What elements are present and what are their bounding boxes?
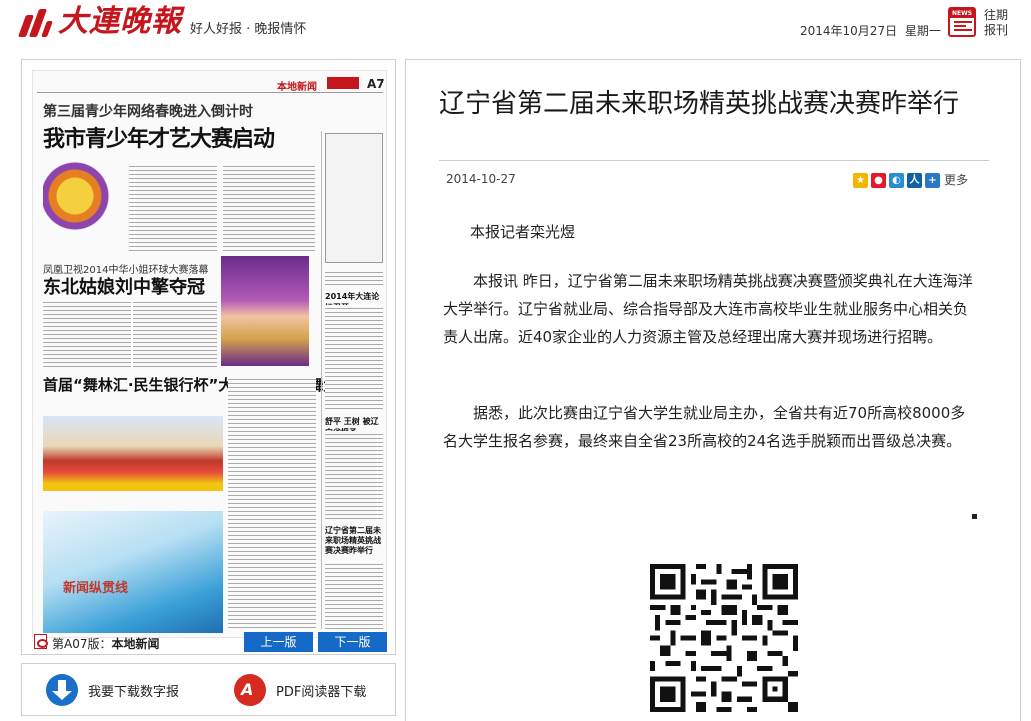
bullet-marker bbox=[972, 514, 977, 519]
weibo-icon[interactable]: ● bbox=[871, 173, 886, 188]
text-column bbox=[325, 431, 383, 521]
pageant-photo bbox=[221, 256, 309, 366]
page-label: 第A07版：本地新闻 bbox=[52, 635, 160, 652]
past-issues-link[interactable]: 往期报刊 bbox=[984, 8, 1014, 38]
text-column bbox=[325, 305, 383, 410]
qzone-icon[interactable]: ★ bbox=[853, 173, 868, 188]
page-masthead: 本地新闻 A7 bbox=[37, 75, 385, 93]
next-page-button[interactable]: 下一版 bbox=[318, 632, 387, 652]
pdf-icon: A bbox=[234, 674, 266, 706]
newspaper-page-image[interactable]: 本地新闻 A7 第三届青少年网络春晚进入倒计时 我市青少年才艺大赛启动 凤凰卫视… bbox=[32, 70, 387, 638]
tencent-icon[interactable]: ◐ bbox=[889, 173, 904, 188]
page-prefix: 第A07版： bbox=[52, 637, 112, 651]
promo-image bbox=[43, 161, 123, 231]
article-panel: 辽宁省第二届未来职场精英挑战赛决赛昨举行 2014-10-27 ★ ● ◐ 人 … bbox=[405, 59, 1021, 721]
logo-text: 大連晚報 bbox=[58, 4, 182, 39]
article-title: 辽宁省第二届未来职场精英挑战赛决赛昨举行 bbox=[439, 89, 960, 119]
issue-date: 2014年10月27日 星期一 bbox=[800, 22, 945, 39]
issue-date-text: 2014年10月27日 bbox=[800, 24, 898, 38]
download-bar: 我要下载数字报 A PDF阅读器下载 bbox=[21, 663, 396, 716]
headline-2[interactable]: 东北姑娘刘中擎夺冠 bbox=[43, 273, 205, 299]
text-column bbox=[325, 561, 383, 629]
text-column bbox=[133, 299, 217, 369]
side-box bbox=[325, 133, 383, 263]
masthead-logo-icon bbox=[327, 77, 359, 89]
article-date: 2014-10-27 bbox=[446, 172, 516, 186]
news-icon[interactable]: NEWS bbox=[948, 7, 976, 37]
advert-image: 新闻纵贯线 bbox=[43, 511, 223, 633]
article-paragraph: 本报讯 昨日，辽宁省第二届未来职场精英挑战赛决赛暨颁奖典礼在大连海洋大学举行。辽… bbox=[443, 272, 973, 346]
headline-1[interactable]: 我市青少年才艺大赛启动 bbox=[43, 121, 275, 153]
text-column bbox=[43, 299, 131, 369]
page-navigation-bar: 第A07版：本地新闻 上一版 下一版 bbox=[32, 631, 387, 653]
site-slogan: 好人好报 · 晚报情怀 bbox=[190, 21, 307, 37]
advert-text: 新闻纵贯线 bbox=[63, 581, 129, 596]
text-column bbox=[129, 163, 217, 253]
article-paragraph: 据悉，此次比赛由辽宁省大学生就业局主办，全省共有近70所高校8000多名大学生报… bbox=[443, 404, 966, 450]
share-more-link[interactable]: 更多 bbox=[944, 171, 968, 188]
pdf-icon[interactable] bbox=[34, 634, 48, 649]
download-arrow-icon bbox=[46, 674, 78, 706]
download-pdf-reader-button[interactable]: A PDF阅读器下载 bbox=[234, 673, 366, 707]
page-number-label: A7 bbox=[367, 77, 385, 91]
site-logo[interactable]: 大連晚報 好人好报 · 晚报情怀 bbox=[17, 4, 307, 39]
qr-code-graphic bbox=[650, 564, 798, 712]
page-name: 本地新闻 bbox=[111, 637, 160, 651]
renren-icon[interactable]: 人 bbox=[907, 173, 922, 188]
site-header: 大連晚報 好人好报 · 晚报情怀 2014年10月27日 星期一 NEWS 往期… bbox=[0, 0, 1031, 48]
download-digital-label: 我要下载数字报 bbox=[88, 684, 180, 700]
download-pdf-label: PDF阅读器下载 bbox=[276, 684, 367, 700]
logo-mark-icon bbox=[17, 7, 54, 37]
page-section-label: 本地新闻 bbox=[277, 82, 317, 93]
title-divider bbox=[439, 160, 989, 161]
issue-weekday: 星期一 bbox=[904, 24, 941, 38]
download-digital-button[interactable]: 我要下载数字报 bbox=[46, 673, 179, 707]
dance-photo bbox=[43, 416, 223, 491]
prev-page-button[interactable]: 上一版 bbox=[244, 632, 313, 652]
text-column bbox=[223, 163, 315, 253]
newspaper-page-panel: 本地新闻 A7 第三届青少年网络春晚进入倒计时 我市青少年才艺大赛启动 凤凰卫视… bbox=[21, 59, 396, 655]
qr-code-image bbox=[650, 564, 798, 712]
article-reporter: 本报记者栾光煜 bbox=[470, 223, 576, 241]
text-column bbox=[325, 269, 383, 287]
share-bar: ★ ● ◐ 人 + 更多 bbox=[853, 171, 968, 188]
plus-icon[interactable]: + bbox=[925, 173, 940, 188]
text-column bbox=[228, 376, 316, 631]
subheadline-1[interactable]: 第三届青少年网络春晚进入倒计时 bbox=[43, 101, 253, 121]
side-headline-3[interactable]: 辽宁省第二届未来职场精英挑战赛决赛昨举行 bbox=[325, 526, 383, 556]
